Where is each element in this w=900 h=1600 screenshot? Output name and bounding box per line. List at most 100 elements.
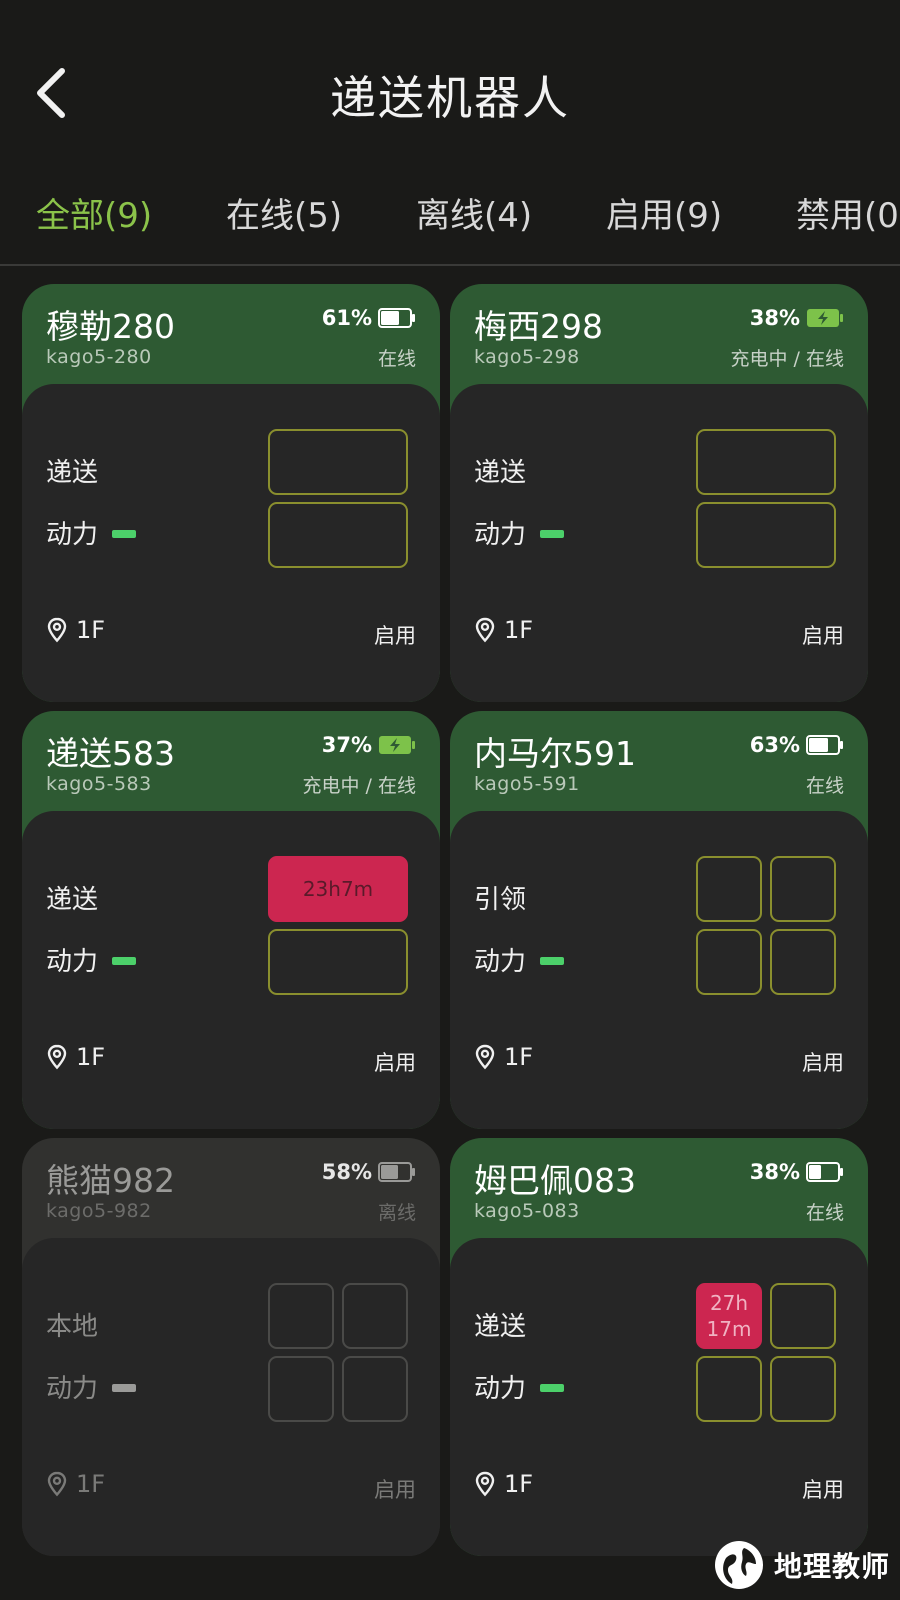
compartment-slot[interactable] [342,1283,408,1349]
location-pin-icon [475,1044,495,1070]
enabled-status: 启用 [374,624,416,648]
floor-text: 1F [76,1043,106,1071]
tabs-divider [0,264,900,266]
power-label: 动力 [46,1374,99,1404]
tab-all[interactable]: 全部(9) [36,188,152,237]
timer-hours-text: 27h [709,1291,749,1315]
watermark-text: 地理教师 [773,1550,890,1583]
compartment-slot[interactable] [696,856,762,922]
compartment-slot[interactable] [770,1356,836,1422]
robot-card[interactable]: 梅西298 kago5-298 38% 充电中 / 在线 递送 动力 1F 启用 [450,284,868,702]
robot-name: 熊猫982 [46,1161,175,1200]
power-status-bar [540,530,564,538]
robot-card[interactable]: 内马尔591 kago5-591 63% 在线 引领 动力 1F 启用 [450,711,868,1129]
robot-name: 穆勒280 [46,307,175,346]
battery-indicator: 38% [750,306,844,330]
mode-label: 引领 [474,885,527,915]
compartment-slot[interactable] [268,1283,334,1349]
robot-id: kago5-298 [474,346,580,368]
app-header: 递送机器人 [0,0,900,180]
location-pin-icon [475,617,495,643]
battery-percent: 37% [321,733,372,757]
timer-text: 23h7m [302,877,374,901]
enabled-status: 启用 [374,1478,416,1502]
battery-icon [806,735,843,755]
compartment-slot[interactable] [770,856,836,922]
card-body: 递送 动力 23h7m 1F 启用 [22,811,440,1129]
robot-card[interactable]: 姆巴佩083 kago5-083 38% 在线 递送 动力 27h 17m 1F… [450,1138,868,1556]
power-status-bar [112,957,136,965]
compartment-slot[interactable] [268,1356,334,1422]
compartment-slot[interactable] [696,1356,762,1422]
robot-id: kago5-280 [46,346,152,368]
compartment-slot[interactable] [770,1283,836,1349]
power-status-bar [112,530,136,538]
mode-label: 递送 [474,458,527,488]
compartment-timer-slot[interactable]: 27h 17m [696,1283,762,1349]
compartment-slot[interactable] [696,429,836,495]
location-pin-icon [47,617,67,643]
robot-id: kago5-982 [46,1200,152,1222]
location: 1F [474,616,533,644]
location: 1F [46,616,105,644]
power-label: 动力 [474,1374,527,1404]
battery-icon [806,1162,843,1182]
robot-name: 梅西298 [474,307,603,346]
status-text: 充电中 / 在线 [730,348,844,370]
card-body: 递送 动力 1F 启用 [22,384,440,702]
mode-label: 递送 [474,1312,527,1342]
battery-charging-icon [807,309,843,327]
location: 1F [474,1043,533,1071]
battery-indicator: 61% [322,306,416,330]
enabled-status: 启用 [374,1051,416,1075]
compartment-slot[interactable] [268,502,408,568]
robot-name: 姆巴佩083 [474,1161,636,1200]
enabled-status: 启用 [802,1051,844,1075]
floor-text: 1F [76,1470,106,1498]
robot-id: kago5-591 [474,773,580,795]
compartment-slot[interactable] [696,929,762,995]
battery-percent: 61% [321,306,372,330]
enabled-status: 启用 [802,1478,844,1502]
enabled-status: 启用 [802,624,844,648]
compartment-slot[interactable] [770,929,836,995]
tab-online[interactable]: 在线(5) [226,188,342,237]
tab-disabled[interactable]: 禁用(0) [796,188,900,237]
card-body: 引领 动力 1F 启用 [450,811,868,1129]
battery-percent: 58% [321,1160,372,1184]
robot-id: kago5-083 [474,1200,580,1222]
compartment-slot[interactable] [268,429,408,495]
robot-name: 递送583 [46,734,175,773]
mode-label: 本地 [46,1312,99,1342]
compartment-slot[interactable] [268,929,408,995]
tab-enabled[interactable]: 启用(9) [606,188,722,237]
mode-label: 递送 [46,458,99,488]
robot-card[interactable]: 递送583 kago5-583 37% 充电中 / 在线 递送 动力 23h7m… [22,711,440,1129]
power-status-bar [540,1384,564,1392]
compartment-timer-slot[interactable]: 23h7m [268,856,408,922]
location: 1F [474,1470,533,1498]
robot-card[interactable]: 穆勒280 kago5-280 61% 在线 递送 动力 1F 启用 [22,284,440,702]
power-label: 动力 [46,520,99,550]
status-text: 在线 [805,775,844,797]
location-pin-icon [47,1044,67,1070]
compartment-slot[interactable] [342,1356,408,1422]
battery-indicator: 58% [322,1160,416,1184]
floor-text: 1F [76,616,106,644]
floor-text: 1F [504,1043,534,1071]
filter-tabs: 全部(9) 在线(5) 离线(4) 启用(9) 禁用(0) [0,180,900,260]
watermark: 地理教师 [712,1538,890,1592]
battery-indicator: 37% [322,733,416,757]
power-label: 动力 [474,520,527,550]
battery-percent: 38% [749,306,800,330]
card-body: 递送 动力 1F 启用 [450,384,868,702]
battery-indicator: 63% [750,733,844,757]
compartment-slot[interactable] [696,502,836,568]
tab-offline[interactable]: 离线(4) [416,188,532,237]
robot-card[interactable]: 熊猫982 kago5-982 58% 离线 本地 动力 1F 启用 [22,1138,440,1556]
robot-id: kago5-583 [46,773,152,795]
mode-label: 递送 [46,885,99,915]
location: 1F [46,1470,105,1498]
battery-indicator: 38% [750,1160,844,1184]
floor-text: 1F [504,616,534,644]
